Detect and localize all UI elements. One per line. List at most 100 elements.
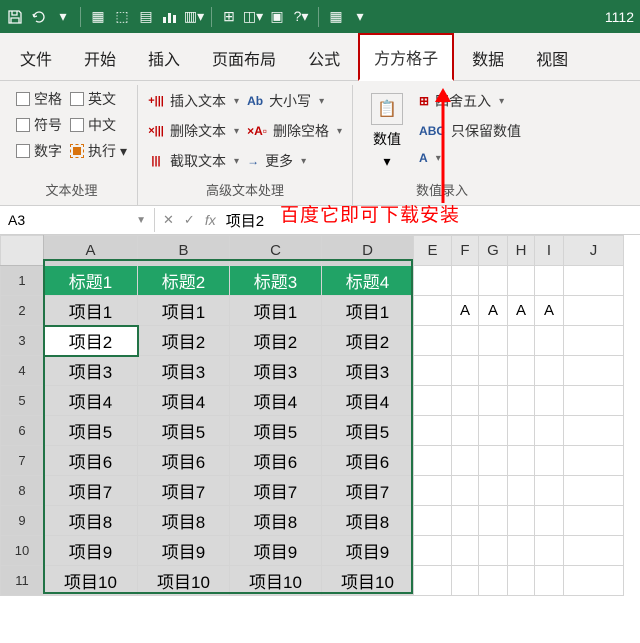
cmd-case[interactable]: Ab大小写▾	[247, 89, 342, 113]
cell[interactable]: 项目9	[44, 536, 138, 566]
undo-icon[interactable]	[30, 8, 48, 26]
cell[interactable]: 项目10	[138, 566, 230, 596]
cell[interactable]	[564, 326, 624, 356]
cell[interactable]	[414, 386, 452, 416]
row-header[interactable]: 3	[1, 326, 44, 356]
cell[interactable]: 项目10	[44, 566, 138, 596]
chk-english[interactable]: 英文	[70, 89, 127, 109]
tool-icon[interactable]: ▥▾	[185, 8, 203, 26]
cell[interactable]	[535, 266, 564, 296]
col-header[interactable]: J	[564, 236, 624, 266]
tool-icon[interactable]: ⊞	[220, 8, 238, 26]
row-header[interactable]: 7	[1, 446, 44, 476]
cell[interactable]: 项目3	[138, 356, 230, 386]
cell[interactable]	[452, 506, 479, 536]
chk-number[interactable]: 数字	[16, 141, 62, 161]
chk-chinese[interactable]: 中文	[70, 115, 127, 135]
row-header[interactable]: 10	[1, 536, 44, 566]
row-header[interactable]: 4	[1, 356, 44, 386]
cell[interactable]	[535, 326, 564, 356]
cell[interactable]	[535, 506, 564, 536]
cell[interactable]	[535, 386, 564, 416]
cell[interactable]: 项目1	[322, 296, 414, 326]
cell[interactable]	[479, 386, 508, 416]
cell[interactable]	[564, 386, 624, 416]
cell[interactable]	[414, 476, 452, 506]
tool-icon[interactable]: ▣	[268, 8, 286, 26]
cell[interactable]	[452, 266, 479, 296]
cell[interactable]	[479, 476, 508, 506]
save-icon[interactable]	[6, 8, 24, 26]
row-header[interactable]: 1	[1, 266, 44, 296]
cell[interactable]	[508, 446, 535, 476]
cell[interactable]	[535, 356, 564, 386]
cell[interactable]: 项目6	[322, 446, 414, 476]
cell[interactable]: 项目3	[230, 356, 322, 386]
cell[interactable]: 项目2	[322, 326, 414, 356]
cell[interactable]	[564, 266, 624, 296]
cell[interactable]	[414, 446, 452, 476]
cell[interactable]: A	[479, 296, 508, 326]
help-icon[interactable]: ?▾	[292, 8, 310, 26]
col-header[interactable]: G	[479, 236, 508, 266]
select-all-corner[interactable]	[1, 236, 44, 266]
cell[interactable]	[508, 536, 535, 566]
cell[interactable]: 项目6	[138, 446, 230, 476]
cell[interactable]	[452, 356, 479, 386]
col-header[interactable]: C	[230, 236, 322, 266]
tool-icon[interactable]: ⬚	[113, 8, 131, 26]
cancel-icon[interactable]: ✕	[163, 212, 174, 228]
fx-icon[interactable]: fx	[205, 212, 216, 228]
cell[interactable]	[508, 506, 535, 536]
cell[interactable]: 项目1	[230, 296, 322, 326]
cell[interactable]	[535, 566, 564, 596]
cell[interactable]: 项目4	[230, 386, 322, 416]
cell[interactable]	[414, 566, 452, 596]
tool-icon[interactable]: ▤	[137, 8, 155, 26]
cell[interactable]: 项目1	[138, 296, 230, 326]
chk-symbol[interactable]: 符号	[16, 115, 62, 135]
cell[interactable]	[414, 326, 452, 356]
row-header[interactable]: 8	[1, 476, 44, 506]
cell[interactable]	[414, 296, 452, 326]
cmd-more[interactable]: →更多▾	[247, 149, 342, 173]
cell[interactable]	[452, 326, 479, 356]
cell[interactable]	[452, 536, 479, 566]
tool-icon[interactable]: ▦	[327, 8, 345, 26]
cell[interactable]	[479, 266, 508, 296]
dropdown-icon[interactable]: ▾	[351, 8, 369, 26]
tab-layout[interactable]: 页面布局	[198, 36, 290, 80]
col-header[interactable]: F	[452, 236, 479, 266]
cell[interactable]	[564, 506, 624, 536]
cell[interactable]: A	[508, 296, 535, 326]
cell[interactable]: 项目8	[230, 506, 322, 536]
cell[interactable]	[564, 536, 624, 566]
cell[interactable]: 标题2	[138, 266, 230, 296]
cell[interactable]: 项目3	[322, 356, 414, 386]
cell[interactable]: 项目10	[230, 566, 322, 596]
cell[interactable]: 标题1	[44, 266, 138, 296]
tool-icon[interactable]: ▦	[89, 8, 107, 26]
cell[interactable]	[414, 356, 452, 386]
cell[interactable]: 项目9	[230, 536, 322, 566]
formula-value[interactable]: 项目2	[226, 210, 264, 231]
cell[interactable]: 项目2	[138, 326, 230, 356]
tab-data[interactable]: 数据	[458, 36, 518, 80]
cell[interactable]	[508, 356, 535, 386]
cell[interactable]: 项目2	[230, 326, 322, 356]
cmd-cut-text[interactable]: |||截取文本▾	[148, 149, 239, 173]
tab-file[interactable]: 文件	[6, 36, 66, 80]
tab-home[interactable]: 开始	[70, 36, 130, 80]
row-header[interactable]: 11	[1, 566, 44, 596]
cell[interactable]	[508, 266, 535, 296]
cell[interactable]: 标题4	[322, 266, 414, 296]
cell[interactable]: 项目6	[230, 446, 322, 476]
cell[interactable]	[508, 386, 535, 416]
chk-execute[interactable]: 执行▾	[70, 141, 127, 161]
cell[interactable]: 项目9	[322, 536, 414, 566]
cell[interactable]	[535, 446, 564, 476]
cell[interactable]	[414, 506, 452, 536]
cell[interactable]: 项目4	[44, 386, 138, 416]
cell[interactable]: 项目9	[138, 536, 230, 566]
dropdown-icon[interactable]: ▾	[54, 8, 72, 26]
